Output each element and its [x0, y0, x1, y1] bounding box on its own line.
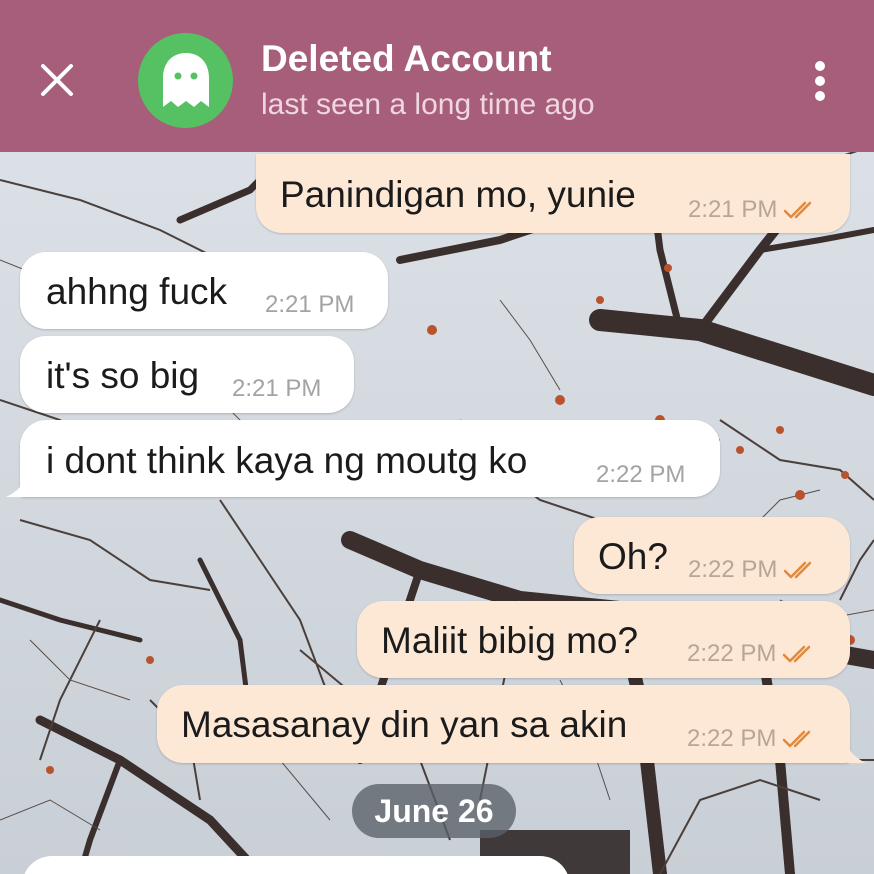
message-text: i dont think kaya ng moutg ko [46, 440, 528, 481]
message-bubble-incoming[interactable]: it's so big 2:21 PM [20, 336, 354, 413]
message-bubble-outgoing[interactable]: Maliit bibig mo? 2:22 PM [357, 601, 850, 678]
bubble-tail [848, 747, 866, 763]
message-meta: 2:22 PM [687, 640, 818, 668]
message-bubble-outgoing[interactable]: Oh? 2:22 PM [574, 517, 850, 594]
double-check-icon [784, 201, 812, 219]
bubble-tail [6, 481, 24, 497]
message-text: it's so big [46, 355, 200, 396]
message-text: Masasanay din yan sa akin [181, 704, 628, 745]
message-bubble-incoming[interactable]: i dont think kaya ng moutg ko 2:22 PM [20, 420, 720, 497]
message-bubble-outgoing[interactable]: Panindigan mo, yunie 2:21 PM [256, 154, 850, 233]
message-bubble-outgoing[interactable]: Masasanay din yan sa akin 2:22 PM [157, 685, 850, 763]
message-meta: 2:22 PM [596, 461, 685, 489]
message-time: 2:21 PM [232, 375, 322, 402]
message-time: 2:22 PM [687, 725, 777, 752]
message-meta: 2:22 PM [688, 556, 819, 584]
chat-header: Deleted Account last seen a long time ag… [0, 0, 874, 152]
more-vertical-icon [815, 61, 825, 101]
message-text: Maliit bibig mo? [381, 620, 639, 661]
message-meta: 2:22 PM [687, 725, 818, 753]
message-time: 2:22 PM [688, 556, 778, 583]
message-bubble-incoming-partial[interactable] [22, 856, 570, 874]
avatar[interactable] [138, 33, 233, 128]
more-options-button[interactable] [796, 55, 844, 107]
date-separator: June 26 [352, 784, 516, 838]
contact-name[interactable]: Deleted Account [261, 38, 552, 80]
chat-screen: Deleted Account last seen a long time ag… [0, 0, 874, 874]
message-meta: 2:21 PM [232, 375, 321, 403]
last-seen-status: last seen a long time ago [261, 88, 595, 121]
message-time: 2:22 PM [687, 640, 777, 667]
close-icon [41, 64, 73, 96]
double-check-icon [783, 730, 811, 748]
double-check-icon [784, 561, 812, 579]
message-bubble-incoming[interactable]: ahhng fuck 2:21 PM [20, 252, 388, 329]
double-check-icon [783, 645, 811, 663]
message-time: 2:21 PM [688, 196, 778, 223]
ghost-icon [162, 52, 209, 107]
message-meta: 2:21 PM [688, 196, 819, 224]
message-text: ahhng fuck [46, 271, 228, 312]
message-text: Panindigan mo, yunie [280, 174, 636, 215]
message-time: 2:21 PM [265, 291, 355, 318]
message-meta: 2:21 PM [265, 291, 354, 319]
message-text: Oh? [598, 536, 668, 577]
message-time: 2:22 PM [596, 461, 686, 488]
close-button[interactable] [22, 45, 92, 115]
